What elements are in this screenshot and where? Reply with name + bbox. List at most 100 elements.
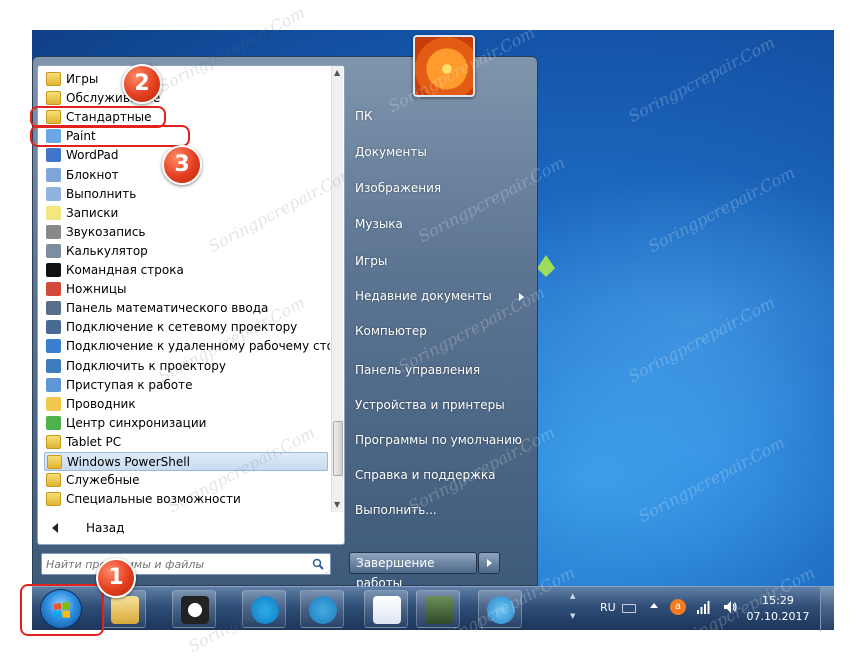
microphone-icon — [46, 224, 61, 239]
program-list-scrollbar[interactable]: ▲ ▼ — [331, 66, 343, 512]
scroll-up-arrow-icon[interactable]: ▲ — [334, 68, 340, 77]
start-right-link[interactable]: Изображения — [355, 181, 441, 195]
tray-scroll-arrows-icon[interactable]: ▲ ▼ — [570, 591, 580, 627]
folder-icon — [46, 473, 61, 488]
start-right-link[interactable]: ПК — [355, 109, 373, 123]
program-label: Служебные — [66, 473, 140, 488]
program-item[interactable]: Центр синхронизации — [44, 414, 328, 433]
keyboard-icon[interactable] — [622, 604, 636, 613]
program-label: Блокнот — [66, 167, 119, 182]
start-right-link[interactable]: Программы по умолчанию — [355, 433, 522, 447]
folder-icon — [46, 72, 61, 86]
program-item[interactable]: Tablet PC — [44, 433, 328, 452]
scroll-thumb[interactable] — [333, 421, 343, 476]
start-right-link[interactable]: Игры — [355, 254, 387, 268]
highlight-paint-item — [30, 125, 190, 147]
taskbar-button[interactable] — [478, 590, 522, 628]
start-right-link[interactable]: Панель управления — [355, 363, 480, 377]
start-right-link[interactable]: Недавние документы — [355, 289, 492, 303]
program-item[interactable]: Калькулятор — [44, 242, 328, 261]
shutdown-options-arrow[interactable] — [478, 552, 500, 574]
user-picture-flower[interactable] — [413, 35, 475, 97]
start-right-link[interactable]: Музыка — [355, 217, 403, 231]
back-button[interactable]: Назад — [38, 519, 344, 539]
program-label: Приступая к работе — [66, 377, 193, 392]
program-label: Ножницы — [66, 282, 127, 297]
program-item[interactable]: Подключение к сетевому проектору — [44, 318, 328, 337]
start-right-link[interactable]: Документы — [355, 145, 427, 159]
program-label: Центр синхронизации — [66, 415, 207, 430]
back-arrow-icon — [52, 523, 58, 533]
program-item[interactable]: Подключение к удаленному рабочему столу — [44, 337, 330, 356]
skype-icon — [251, 596, 279, 624]
program-item[interactable]: Подключить к проектору — [44, 357, 328, 376]
program-item[interactable]: Ножницы — [44, 280, 328, 299]
taskbar-button[interactable] — [416, 590, 460, 628]
sync-center-icon — [46, 415, 61, 430]
start-right-link[interactable]: Компьютер — [355, 324, 427, 338]
scroll-down-arrow-icon[interactable]: ▼ — [334, 500, 340, 509]
taskbar-button[interactable] — [364, 590, 408, 628]
word-icon — [373, 596, 401, 624]
folder-icon — [46, 91, 61, 106]
program-label: WordPad — [66, 148, 119, 163]
program-label: Специальные возможности — [66, 492, 241, 507]
program-label: Подключение к удаленному рабочему столу — [66, 339, 330, 354]
taskbar-button[interactable] — [242, 590, 286, 628]
program-label: Подключение к сетевому проектору — [66, 320, 298, 335]
program-item[interactable]: Специальные возможности — [44, 490, 328, 509]
program-item[interactable]: Приступая к работе — [44, 376, 328, 395]
show-desktop-button[interactable] — [820, 587, 834, 631]
program-label: Командная строка — [66, 263, 184, 277]
clock-time: 15:29 — [762, 594, 794, 607]
program-item[interactable]: Игры — [44, 70, 328, 89]
program-label: Windows PowerShell — [67, 455, 190, 469]
start-right-link[interactable]: Устройства и принтеры — [355, 398, 505, 412]
sticky-notes-icon — [46, 205, 61, 220]
program-item[interactable]: Звукозапись — [44, 223, 328, 242]
panda-icon — [181, 596, 209, 624]
search-input[interactable] — [46, 556, 308, 572]
program-label: Выполнить — [66, 186, 137, 201]
network-signal-icon[interactable] — [696, 599, 712, 615]
scissors-icon — [46, 282, 61, 297]
program-item[interactable]: Записки — [44, 204, 328, 223]
program-label: Записки — [66, 205, 119, 220]
notification-area: ▲ ▼ RU a 15:29 07.10.2017 — [570, 587, 834, 631]
search-icon[interactable] — [312, 558, 324, 570]
shutdown-button[interactable]: Завершение работы — [349, 552, 477, 590]
start-right-link[interactable]: Справка и поддержка — [355, 468, 496, 482]
avast-icon[interactable]: a — [670, 599, 686, 615]
callout-3: 3 — [162, 145, 202, 185]
clock-date: 07.10.2017 — [746, 610, 810, 623]
taskbar-button[interactable] — [172, 590, 216, 628]
getting-started-icon — [46, 377, 61, 392]
callout-1: 1 — [96, 558, 136, 598]
program-item[interactable]: Выполнить — [44, 185, 328, 204]
program-item[interactable]: Служебные — [44, 471, 328, 490]
language-indicator[interactable]: RU — [600, 601, 616, 614]
program-item[interactable]: Проводник — [44, 395, 328, 414]
telegram-icon — [309, 596, 337, 624]
volume-icon[interactable] — [722, 599, 738, 615]
clock[interactable]: 15:29 07.10.2017 — [746, 593, 810, 625]
folder-icon — [47, 455, 62, 469]
start-right-link[interactable]: Выполнить... — [355, 503, 437, 517]
search-box[interactable] — [41, 553, 331, 575]
show-hidden-icons-icon[interactable] — [650, 603, 658, 608]
explorer-icon — [46, 396, 61, 411]
program-item[interactable]: Панель математического ввода — [44, 299, 328, 318]
callout-2: 2 — [122, 64, 162, 104]
calculator-icon — [46, 243, 61, 258]
seamonkey-icon — [487, 596, 515, 624]
program-label: Панель математического ввода — [66, 301, 269, 316]
taskbar-button[interactable] — [300, 590, 344, 628]
folder-icon — [46, 492, 61, 507]
program-item[interactable]: Командная строка — [44, 261, 328, 280]
projector-icon — [46, 358, 61, 373]
run-icon — [46, 186, 61, 201]
cmd-icon — [46, 263, 61, 277]
program-item[interactable]: Windows PowerShell — [44, 452, 328, 471]
highlight-start-button — [20, 584, 104, 636]
taskbar: ▲ ▼ RU a 15:29 07.10.2017 — [32, 586, 834, 631]
